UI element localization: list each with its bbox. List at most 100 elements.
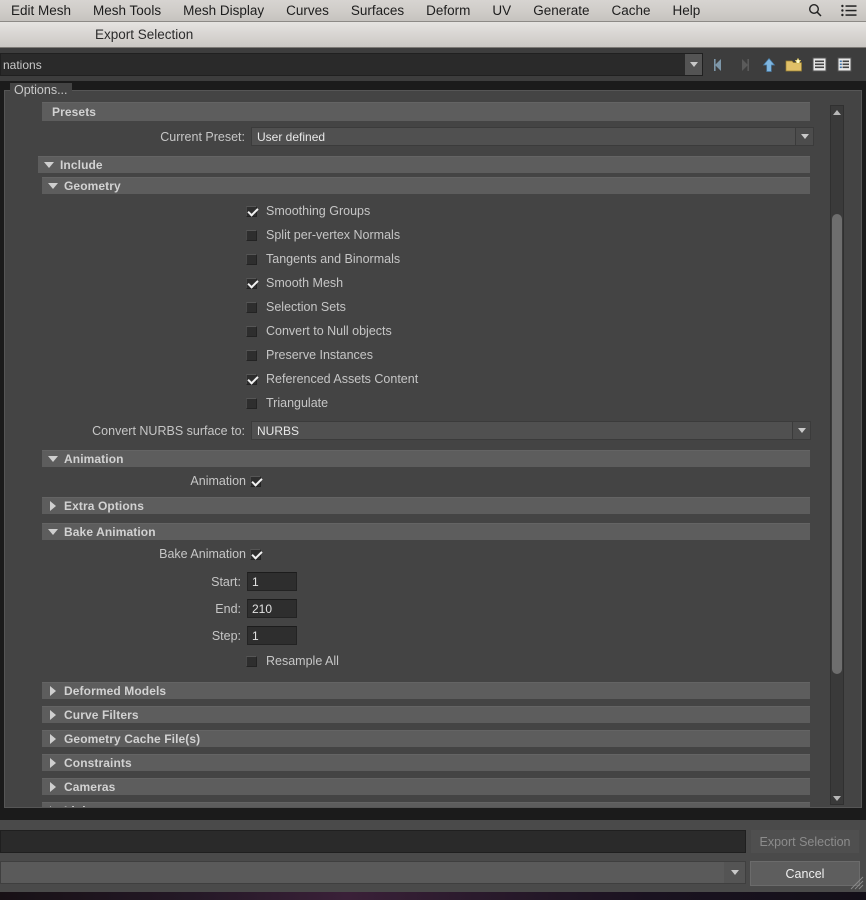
- search-icon[interactable]: [799, 3, 832, 18]
- checkbox-animation[interactable]: [250, 475, 261, 487]
- current-preset-value: User defined: [257, 129, 326, 144]
- value-step: 1: [252, 628, 259, 643]
- options-scroll-area[interactable]: Presets Current Preset: User defined Inc…: [5, 91, 829, 807]
- path-dropdown-arrow-icon[interactable]: [684, 54, 702, 75]
- scroll-up-button[interactable]: [831, 106, 843, 118]
- section-header-bake-animation[interactable]: Bake Animation: [42, 523, 810, 540]
- options-vertical-scrollbar[interactable]: [830, 105, 844, 805]
- section-header-deformed-models[interactable]: Deformed Models: [42, 682, 810, 699]
- folder-up-icon[interactable]: [760, 55, 778, 75]
- menu-item-edit-mesh[interactable]: Edit Mesh: [0, 0, 82, 22]
- menu-item-deform[interactable]: Deform: [415, 0, 481, 22]
- section-label-presets: Presets: [52, 105, 97, 119]
- menu-item-cache[interactable]: Cache: [600, 0, 661, 22]
- menu-item-help[interactable]: Help: [662, 0, 712, 22]
- scroll-down-button[interactable]: [831, 792, 843, 804]
- section-label-curve-filters: Curve Filters: [64, 708, 139, 722]
- checkbox-label-referenced-assets-content: Referenced Assets Content: [266, 372, 419, 386]
- section-header-lights[interactable]: Lights: [42, 802, 810, 807]
- checkbox-row-convert-to-null-objects: Convert to Null objects: [5, 319, 829, 343]
- section-header-constraints[interactable]: Constraints: [42, 754, 810, 771]
- section-label-include: Include: [60, 158, 103, 172]
- chevron-right-icon[interactable]: [42, 806, 64, 807]
- chevron-down-icon[interactable]: [42, 529, 64, 535]
- checkbox-tangents-and-binormals[interactable]: [246, 253, 257, 265]
- chevron-down-icon[interactable]: [42, 456, 64, 462]
- menu-item-curves[interactable]: Curves: [275, 0, 340, 22]
- input-step[interactable]: 1: [247, 626, 297, 645]
- section-label-cameras: Cameras: [64, 780, 116, 794]
- current-preset-dropdown-arrow-icon[interactable]: [795, 127, 814, 146]
- toggle-row-bake-animation: Bake Animation: [5, 544, 829, 564]
- checkbox-label-triangulate: Triangulate: [266, 396, 329, 410]
- section-header-geometry-cache-files[interactable]: Geometry Cache File(s): [42, 730, 810, 747]
- chevron-right-icon[interactable]: [42, 758, 64, 768]
- section-label-deformed-models: Deformed Models: [64, 684, 167, 698]
- chevron-down-icon[interactable]: [42, 183, 64, 189]
- path-combobox[interactable]: nations: [0, 53, 703, 76]
- detail-view-icon[interactable]: [835, 55, 853, 75]
- checkbox-smoothing-groups[interactable]: [246, 205, 257, 217]
- current-preset-combobox[interactable]: User defined: [251, 127, 814, 146]
- section-header-animation[interactable]: Animation: [42, 450, 810, 467]
- checkbox-label-selection-sets: Selection Sets: [266, 300, 346, 314]
- menu-item-generate[interactable]: Generate: [522, 0, 600, 22]
- menu-item-mesh-tools[interactable]: Mesh Tools: [82, 0, 172, 22]
- menu-item-uv[interactable]: UV: [481, 0, 522, 22]
- filetype-dropdown-arrow-icon[interactable]: [724, 862, 745, 883]
- chevron-right-icon[interactable]: [42, 686, 64, 696]
- chevron-right-icon[interactable]: [42, 710, 64, 720]
- new-folder-icon[interactable]: [785, 55, 803, 75]
- checkbox-split-per-vertex-normals[interactable]: [246, 229, 257, 241]
- convert-nurbs-dropdown-arrow-icon[interactable]: [792, 421, 811, 440]
- cancel-button[interactable]: Cancel: [750, 861, 860, 886]
- export-selection-button[interactable]: Export Selection: [750, 829, 860, 854]
- convert-nurbs-combobox[interactable]: NURBS: [251, 421, 811, 440]
- maya-export-selection-window: Edit Mesh Mesh Tools Mesh Display Curves…: [0, 0, 866, 900]
- chevron-right-icon[interactable]: [42, 501, 64, 511]
- checkbox-row-split-per-vertex-normals: Split per-vertex Normals: [5, 223, 829, 247]
- bookmark-back-icon[interactable]: [710, 55, 728, 75]
- section-header-cameras[interactable]: Cameras: [42, 778, 810, 795]
- scrollbar-thumb[interactable]: [832, 214, 842, 674]
- menu-item-surfaces[interactable]: Surfaces: [340, 0, 415, 22]
- dialog-title-bar: Export Selection: [0, 22, 866, 48]
- checkbox-bake-animation[interactable]: [250, 548, 261, 560]
- checkbox-selection-sets[interactable]: [246, 301, 257, 313]
- checkbox-label-tangents-and-binormals: Tangents and Binormals: [266, 252, 401, 266]
- section-header-extra-options[interactable]: Extra Options: [42, 497, 810, 514]
- section-header-presets[interactable]: Presets: [42, 102, 810, 121]
- checkbox-smooth-mesh[interactable]: [246, 277, 257, 289]
- checkbox-convert-to-null-objects[interactable]: [246, 325, 257, 337]
- chevron-right-icon[interactable]: [42, 782, 64, 792]
- checkbox-row-resample-all: Resample All: [5, 649, 829, 673]
- menu-item-mesh-display[interactable]: Mesh Display: [172, 0, 275, 22]
- input-end[interactable]: 210: [247, 599, 297, 618]
- section-label-constraints: Constraints: [64, 756, 132, 770]
- section-header-include[interactable]: Include: [38, 156, 810, 173]
- checkbox-row-tangents-and-binormals: Tangents and Binormals: [5, 247, 829, 271]
- section-header-curve-filters[interactable]: Curve Filters: [42, 706, 810, 723]
- filename-input[interactable]: [0, 830, 746, 853]
- file-browser-nav-bar: nations: [0, 48, 866, 81]
- chevron-right-icon[interactable]: [42, 734, 64, 744]
- checkbox-label-resample-all: Resample All: [266, 654, 339, 668]
- checkbox-preserve-instances[interactable]: [246, 349, 257, 361]
- value-start: 1: [252, 574, 259, 589]
- checkbox-row-triangulate: Triangulate: [5, 391, 829, 415]
- checkbox-label-smoothing-groups: Smoothing Groups: [266, 204, 371, 218]
- convert-nurbs-value: NURBS: [257, 423, 300, 438]
- checkbox-referenced-assets-content[interactable]: [246, 373, 257, 385]
- section-header-geometry[interactable]: Geometry: [42, 177, 810, 194]
- checkbox-resample-all[interactable]: [246, 655, 257, 667]
- checkbox-row-smooth-mesh: Smooth Mesh: [5, 271, 829, 295]
- resize-grip[interactable]: [850, 876, 864, 890]
- filetype-combobox[interactable]: [0, 861, 746, 884]
- input-start[interactable]: 1: [247, 572, 297, 591]
- bookmark-forward-icon: [735, 55, 753, 75]
- section-label-animation: Animation: [64, 452, 124, 466]
- checkbox-triangulate[interactable]: [246, 397, 257, 409]
- chevron-down-icon[interactable]: [38, 162, 60, 168]
- hamburger-menu-icon[interactable]: [832, 4, 866, 17]
- list-view-icon[interactable]: [810, 55, 828, 75]
